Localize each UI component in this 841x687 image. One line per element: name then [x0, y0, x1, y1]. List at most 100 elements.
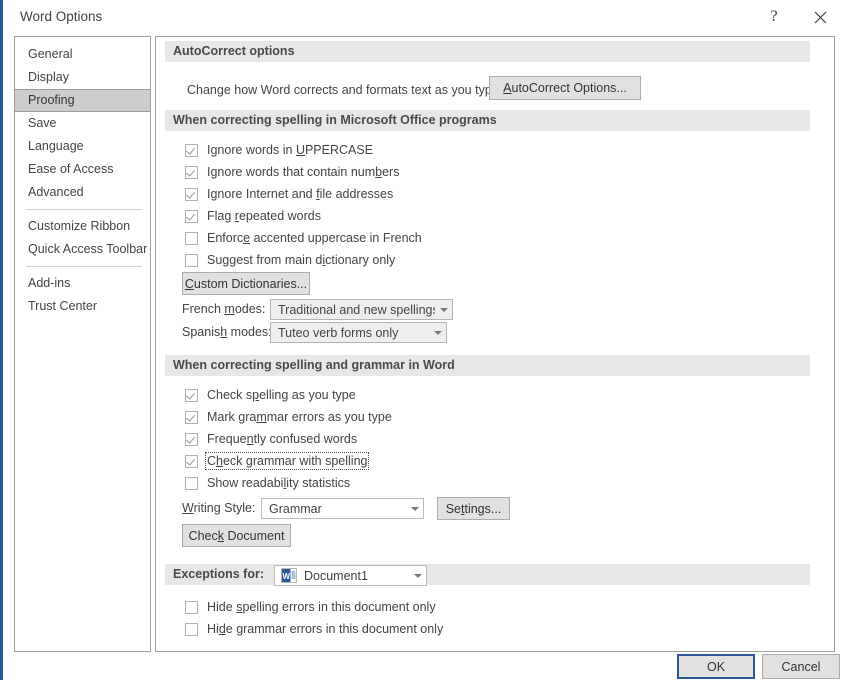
grammar-settings-button[interactable]: Settings...: [437, 497, 510, 520]
checkbox-flag-repeated-words[interactable]: Flag repeated words: [185, 207, 321, 225]
checkbox-label: Check grammar with spelling: [207, 454, 367, 468]
svg-text:W: W: [283, 572, 291, 581]
checkbox-box: [185, 188, 198, 201]
sidebar-item-general[interactable]: General: [15, 43, 150, 66]
cancel-button-label: Cancel: [782, 660, 821, 674]
sidebar-item-add-ins[interactable]: Add-ins: [15, 272, 150, 295]
section-header-exceptions: Exceptions for:: [165, 564, 810, 585]
checkbox-check-grammar-with-spelling[interactable]: Check grammar with spelling: [185, 452, 367, 470]
chevron-down-icon: [435, 308, 452, 312]
sidebar-item-label: Proofing: [28, 93, 75, 107]
writing-style-label: Writing Style:: [182, 501, 255, 515]
exceptions-document-value: Document1: [297, 569, 409, 583]
spanish-modes-value: Tuteo verb forms only: [271, 326, 429, 340]
checkbox-label: Hide spelling errors in this document on…: [207, 600, 436, 614]
writing-style-dropdown[interactable]: Grammar: [261, 498, 424, 519]
sidebar-item-label: Add-ins: [28, 276, 70, 290]
checkbox-label: Flag repeated words: [207, 209, 321, 223]
checkbox-enforce-accented-uppercase-french[interactable]: Enforce accented uppercase in French: [185, 229, 422, 247]
proofing-options-panel: AutoCorrect options Change how Word corr…: [155, 36, 835, 652]
cancel-button[interactable]: Cancel: [762, 654, 840, 679]
exceptions-document-dropdown[interactable]: W Document1: [274, 565, 427, 586]
sidebar-item-label: Quick Access Toolbar: [28, 242, 147, 256]
spanish-modes-dropdown[interactable]: Tuteo verb forms only: [270, 322, 447, 343]
options-sidebar: General Display Proofing Save Language E…: [14, 36, 151, 652]
close-button[interactable]: [798, 0, 841, 34]
word-options-dialog: Word Options ? General Display Proofing …: [0, 0, 841, 680]
checkbox-box: [185, 433, 198, 446]
sidebar-item-display[interactable]: Display: [15, 66, 150, 89]
section-header-word-grammar: When correcting spelling and grammar in …: [165, 355, 810, 376]
checkbox-label: Frequently confused words: [207, 432, 357, 446]
sidebar-item-label: Customize Ribbon: [28, 219, 130, 233]
sidebar-item-trust-center[interactable]: Trust Center: [15, 295, 150, 318]
checkbox-box: [185, 411, 198, 424]
checkbox-label: Ignore words that contain numbers: [207, 165, 399, 179]
sidebar-item-label: Language: [28, 139, 84, 153]
checkbox-check-spelling-as-you-type[interactable]: Check spelling as you type: [185, 386, 356, 404]
checkbox-mark-grammar-errors[interactable]: Mark grammar errors as you type: [185, 408, 392, 426]
section-header-autocorrect: AutoCorrect options: [165, 41, 810, 62]
check-document-button[interactable]: Check Document: [182, 524, 291, 547]
sidebar-item-label: Display: [28, 70, 69, 84]
spanish-modes-label: Spanish modes:: [182, 325, 272, 339]
sidebar-item-ease-of-access[interactable]: Ease of Access: [15, 158, 150, 181]
checkbox-box: [185, 144, 198, 157]
sidebar-item-customize-ribbon[interactable]: Customize Ribbon: [15, 215, 150, 238]
sidebar-item-label: Ease of Access: [28, 162, 113, 176]
sidebar-item-proofing[interactable]: Proofing: [15, 89, 150, 112]
writing-style-value: Grammar: [262, 502, 406, 516]
checkbox-label: Enforce accented uppercase in French: [207, 231, 422, 245]
french-modes-value: Traditional and new spellings: [271, 303, 435, 317]
checkbox-label: Hide grammar errors in this document onl…: [207, 622, 443, 636]
sidebar-divider: [26, 209, 142, 210]
checkbox-frequently-confused-words[interactable]: Frequently confused words: [185, 430, 357, 448]
autocorrect-options-button[interactable]: AutoCorrect Options...: [489, 76, 641, 100]
checkbox-ignore-words-with-numbers[interactable]: Ignore words that contain numbers: [185, 163, 399, 181]
checkbox-box: [185, 389, 198, 402]
sidebar-item-label: Save: [28, 116, 57, 130]
sidebar-divider: [26, 266, 142, 267]
checkbox-ignore-uppercase[interactable]: Ignore words in UPPERCASE: [185, 141, 373, 159]
checkbox-label: Check spelling as you type: [207, 388, 356, 402]
sidebar-item-advanced[interactable]: Advanced: [15, 181, 150, 204]
checkbox-label: Suggest from main dictionary only: [207, 253, 395, 267]
checkbox-ignore-internet-addresses[interactable]: Ignore Internet and file addresses: [185, 185, 393, 203]
checkbox-box: [185, 455, 198, 468]
exceptions-header-label: Exceptions for:: [173, 567, 264, 581]
chevron-down-icon: [409, 574, 426, 578]
autocorrect-description: Change how Word corrects and formats tex…: [187, 83, 502, 97]
ok-button-label: OK: [707, 660, 725, 674]
word-document-icon: W: [281, 568, 297, 583]
checkbox-hide-grammar-errors[interactable]: Hide grammar errors in this document onl…: [185, 620, 443, 638]
sidebar-item-save[interactable]: Save: [15, 112, 150, 135]
sidebar-item-label: Trust Center: [28, 299, 97, 313]
checkbox-box: [185, 601, 198, 614]
sidebar-item-language[interactable]: Language: [15, 135, 150, 158]
french-modes-dropdown[interactable]: Traditional and new spellings: [270, 299, 453, 320]
checkbox-box: [185, 477, 198, 490]
checkbox-box: [185, 254, 198, 267]
checkbox-box: [185, 232, 198, 245]
french-modes-label: French modes:: [182, 302, 265, 316]
checkbox-suggest-from-main-dictionary[interactable]: Suggest from main dictionary only: [185, 251, 395, 269]
checkbox-box: [185, 166, 198, 179]
sidebar-item-label: Advanced: [28, 185, 84, 199]
chevron-down-icon: [429, 331, 446, 335]
close-icon: [814, 11, 827, 24]
checkbox-label: Show readability statistics: [207, 476, 350, 490]
checkbox-label: Mark grammar errors as you type: [207, 410, 392, 424]
checkbox-label: Ignore Internet and file addresses: [207, 187, 393, 201]
checkbox-hide-spelling-errors[interactable]: Hide spelling errors in this document on…: [185, 598, 436, 616]
checkbox-show-readability-statistics[interactable]: Show readability statistics: [185, 474, 350, 492]
chevron-down-icon: [406, 507, 423, 511]
sidebar-item-label: General: [28, 47, 72, 61]
custom-dictionaries-button[interactable]: Custom Dictionaries...: [182, 272, 310, 295]
help-button[interactable]: ?: [752, 0, 796, 34]
title-bar: Word Options ?: [3, 0, 841, 36]
checkbox-box: [185, 210, 198, 223]
ok-button[interactable]: OK: [677, 654, 755, 679]
sidebar-item-quick-access-toolbar[interactable]: Quick Access Toolbar: [15, 238, 150, 261]
question-mark-icon: ?: [770, 9, 777, 25]
section-header-office-spelling: When correcting spelling in Microsoft Of…: [165, 110, 810, 131]
